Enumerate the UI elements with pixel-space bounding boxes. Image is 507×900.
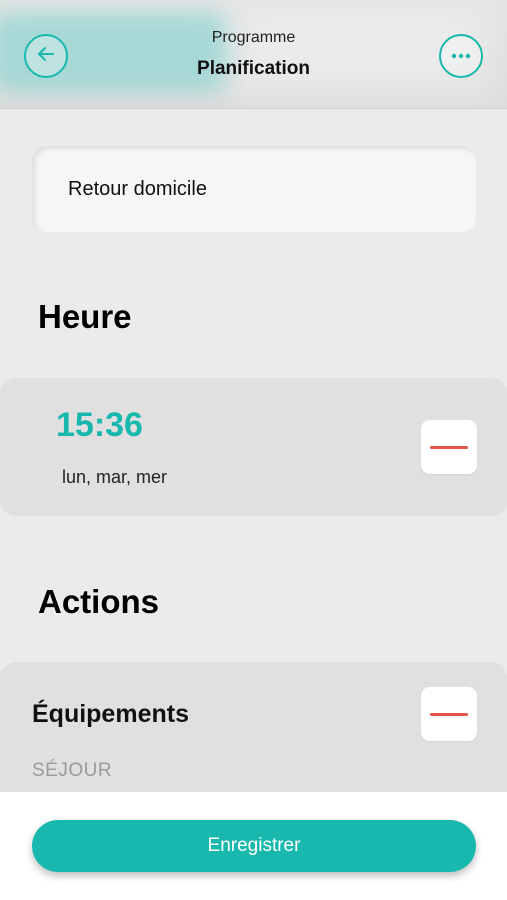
- more-options-button[interactable]: [439, 34, 483, 78]
- header-subtitle: Programme: [211, 29, 296, 46]
- minus-icon: [430, 712, 468, 716]
- program-name-input[interactable]: Retour domicile: [32, 146, 476, 232]
- minus-icon: [430, 445, 468, 449]
- header: Programme Planification: [0, 0, 507, 109]
- more-horizontal-icon: [450, 47, 472, 65]
- schedule-time: 15:36: [56, 406, 143, 444]
- save-button[interactable]: Enregistrer: [32, 820, 476, 872]
- remove-schedule-button[interactable]: [421, 420, 477, 474]
- page-title: Planification: [197, 58, 310, 79]
- equipments-title: Équipements: [32, 700, 189, 728]
- program-name-value: Retour domicile: [68, 177, 207, 200]
- bottom-bar: Enregistrer: [0, 792, 507, 900]
- schedule-card[interactable]: 15:36 lun, mar, mer: [0, 378, 507, 516]
- equipments-room: SÉJOUR: [32, 760, 113, 781]
- remove-equipments-button[interactable]: [421, 687, 477, 741]
- schedule-days: lun, mar, mer: [62, 467, 168, 487]
- section-title-actions: Actions: [38, 583, 160, 620]
- section-title-time: Heure: [38, 298, 132, 335]
- screen: Programme Planification Retour domicile …: [0, 0, 507, 900]
